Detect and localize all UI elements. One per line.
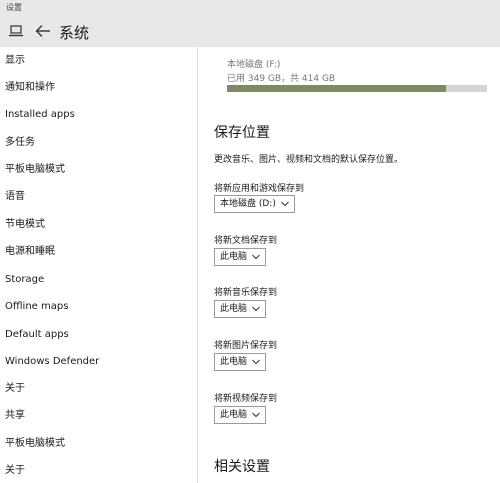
documents-save-value: 此电脑	[220, 252, 248, 262]
apps-save-label: 将新应用和游戏保存到	[214, 184, 305, 194]
related-settings-title: 相关设置	[214, 459, 270, 475]
page-title: 系统	[59, 24, 90, 42]
videos-save-label: 将新视频保存到	[214, 394, 278, 404]
sidebar-item-multitasking[interactable]: 多任务	[5, 134, 35, 152]
sidebar-item-share[interactable]: 共享	[5, 407, 25, 425]
drive-name: 本地磁盘 (F:)	[227, 60, 281, 70]
sidebar-item-battery-saver[interactable]: 节电模式	[5, 216, 45, 234]
chevron-down-icon	[281, 201, 289, 207]
apps-save-value: 本地磁盘 (D:)	[220, 199, 276, 209]
sidebar-item-display[interactable]: 显示	[5, 52, 25, 70]
sidebar-item-storage[interactable]: Storage	[5, 271, 44, 289]
sidebar-item-about[interactable]: 关于	[5, 380, 25, 398]
apps-save-select[interactable]: 本地磁盘 (D:)	[214, 195, 295, 213]
save-locations-title: 保存位置	[214, 125, 270, 141]
save-locations-description: 更改音乐、图片、视频和文档的默认保存位置。	[214, 155, 404, 165]
sidebar-item-speech[interactable]: 语音	[5, 188, 25, 206]
documents-save-select[interactable]: 此电脑	[214, 248, 267, 266]
chevron-down-icon	[252, 254, 260, 260]
back-arrow-icon[interactable]	[35, 24, 51, 38]
app-title: 设置	[6, 3, 22, 12]
sidebar-item-default-apps[interactable]: Default apps	[5, 326, 69, 344]
chevron-down-icon	[252, 306, 260, 312]
sidebar-nav: 显示 通知和操作 Installed apps 多任务 平板电脑模式 语音 节电…	[0, 47, 198, 483]
documents-save-label: 将新文档保存到	[214, 236, 278, 246]
music-save-value: 此电脑	[220, 304, 248, 314]
chevron-down-icon	[252, 359, 260, 365]
sidebar-item-about-2[interactable]: 关于	[5, 462, 25, 480]
pictures-save-select[interactable]: 此电脑	[214, 353, 267, 371]
laptop-icon	[9, 25, 23, 37]
sidebar-item-installed-apps[interactable]: Installed apps	[5, 106, 75, 124]
sidebar-item-tablet-mode[interactable]: 平板电脑模式	[5, 161, 65, 179]
drive-usage-bar-fill	[227, 85, 447, 92]
videos-save-select[interactable]: 此电脑	[214, 406, 267, 424]
sidebar-item-tablet-mode-2[interactable]: 平板电脑模式	[5, 435, 65, 453]
sidebar-item-offline-maps[interactable]: Offline maps	[5, 298, 68, 316]
videos-save-value: 此电脑	[220, 410, 248, 420]
sidebar-item-notifications[interactable]: 通知和操作	[5, 79, 55, 97]
pictures-save-label: 将新图片保存到	[214, 341, 278, 351]
sidebar-item-power-sleep[interactable]: 电源和睡眠	[5, 243, 55, 261]
music-save-select[interactable]: 此电脑	[214, 300, 267, 318]
title-bar: 设置 系统	[0, 0, 500, 47]
drive-usage-bar	[227, 85, 487, 92]
chevron-down-icon	[252, 412, 260, 418]
pictures-save-value: 此电脑	[220, 357, 248, 367]
music-save-label: 将新音乐保存到	[214, 288, 278, 298]
main-content: 本地磁盘 (F:) 已用 349 GB，共 414 GB 保存位置 更改音乐、图…	[199, 47, 500, 483]
drive-usage-text: 已用 349 GB，共 414 GB	[227, 74, 336, 84]
sidebar-item-windows-defender[interactable]: Windows Defender	[5, 353, 99, 371]
